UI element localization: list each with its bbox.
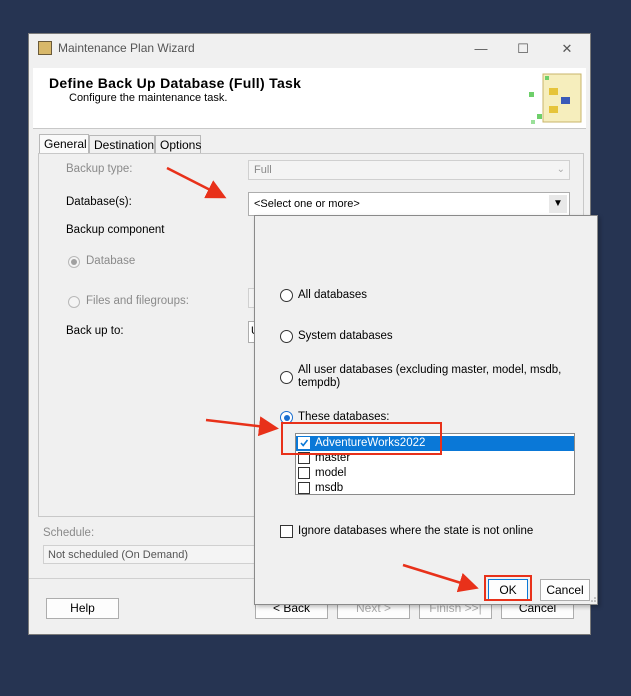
arrow-to-ok-button	[402, 563, 479, 593]
arrow-to-databases-combo	[166, 166, 227, 199]
annotation-arrows	[166, 166, 479, 593]
arrow-to-adventureworks	[205, 416, 279, 437]
